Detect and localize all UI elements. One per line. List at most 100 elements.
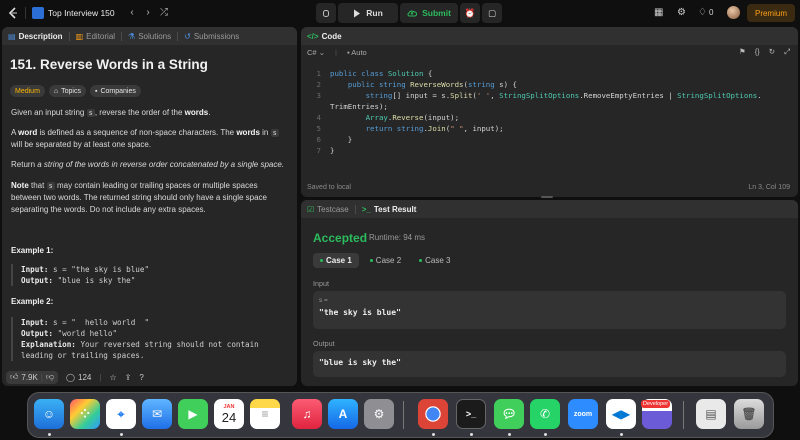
tab-editorial[interactable]: ▥ Editorial: [76, 32, 115, 41]
zoom-icon[interactable]: zoom: [568, 399, 598, 429]
text: will be separated by at least one space.: [11, 140, 152, 149]
thumbs-down-icon[interactable]: 👎︎: [46, 372, 54, 382]
example-2-title: Example 2:: [11, 297, 54, 306]
case-label: Case 1: [326, 256, 352, 265]
dock-divider: [683, 401, 684, 429]
star-icon[interactable]: ☆: [109, 373, 116, 382]
user-avatar[interactable]: [727, 6, 740, 19]
language-select[interactable]: C# ⌄: [307, 48, 325, 57]
streak-fire-icon[interactable]: ♢: [698, 7, 707, 18]
problem-list-title[interactable]: Top Interview 150: [48, 8, 115, 18]
whatsapp-icon[interactable]: ✆: [530, 399, 560, 429]
tab-description[interactable]: ▤ Description: [8, 32, 63, 41]
mode-value: Auto: [351, 47, 367, 57]
facetime-icon[interactable]: ▶: [178, 399, 208, 429]
run-label: Run: [366, 8, 383, 18]
system-settings-icon[interactable]: ⚙: [364, 399, 394, 429]
code-brackets-icon: </>: [307, 31, 319, 41]
notes-icon[interactable]: ≡: [250, 399, 280, 429]
submit-button[interactable]: Submit: [400, 3, 458, 23]
output-label: Output:: [21, 276, 54, 285]
description-paragraph-2: A word is defined as a sequence of non-s…: [11, 127, 293, 151]
running-indicator: [544, 433, 547, 436]
problem-list-icon[interactable]: [32, 7, 44, 19]
explanation-label: Explanation:: [21, 340, 76, 349]
help-icon[interactable]: ?: [139, 373, 143, 382]
safari-icon[interactable]: ⌖: [106, 399, 136, 429]
tab-code[interactable]: </> Code: [307, 32, 342, 41]
vscode-icon[interactable]: ◀▶: [606, 399, 636, 429]
case-2-tab[interactable]: Case 2: [363, 253, 408, 268]
reset-icon[interactable]: ↻: [769, 47, 775, 57]
debug-button[interactable]: [316, 3, 336, 23]
text: between two words. The returned string s…: [11, 193, 268, 202]
notes-button[interactable]: ▢: [482, 3, 502, 23]
text: .: [208, 108, 211, 117]
tab-testcase[interactable]: ☑ Testcase: [307, 205, 349, 214]
calendar-icon[interactable]: JAN 24: [214, 399, 244, 429]
output-section-label: Output: [313, 339, 335, 348]
topics-badge[interactable]: ⌂ Topics: [48, 85, 86, 97]
code-line: 6 }: [301, 134, 798, 145]
trash-icon[interactable]: 🗑︎: [734, 399, 764, 429]
case-1-tab[interactable]: Case 1: [313, 253, 359, 268]
share-icon[interactable]: ⇪: [125, 373, 132, 382]
launchpad-icon[interactable]: ⁘: [70, 399, 100, 429]
example-2-block: Input: s = " hello world " Output: "worl…: [11, 317, 293, 361]
case-tabs: Case 1 Case 2 Case 3: [313, 253, 458, 268]
line-number: 2: [316, 80, 321, 89]
divider: |: [334, 47, 337, 57]
tab-test-result[interactable]: >_ Test Result: [362, 205, 417, 214]
finder-icon[interactable]: ☺: [34, 399, 64, 429]
music-icon[interactable]: ♫: [292, 399, 322, 429]
layout-grid-icon[interactable]: ▦: [654, 7, 663, 18]
like-button[interactable]: 👍︎ 7.9K | 👎︎: [6, 370, 59, 384]
macos-dock: ☺ ⁘ ⌖ ✉ ▶ JAN 24 ≡ ♫ A ⚙ >_ 💬︎ ✆ zoom ◀▶…: [27, 392, 774, 438]
messages-icon[interactable]: 💬︎: [494, 399, 524, 429]
calendar-day: 24: [221, 409, 237, 425]
run-button[interactable]: Run: [338, 3, 398, 23]
bold-text: words: [184, 108, 209, 117]
chevron-right-icon[interactable]: ›: [142, 7, 154, 19]
input-box: s = "the sky is blue": [313, 291, 786, 329]
developer-icon[interactable]: Developer: [641, 399, 672, 429]
divider: |: [99, 372, 102, 382]
divider: [354, 204, 356, 214]
app-store-icon[interactable]: A: [328, 399, 358, 429]
comment-icon: ◯: [66, 372, 75, 382]
tab-solutions[interactable]: ⚗ Solutions: [128, 32, 171, 41]
fullscreen-icon[interactable]: ⤢: [784, 47, 790, 57]
panel-resize-handle[interactable]: [541, 196, 553, 198]
streak-count: 0: [709, 8, 714, 17]
case-3-tab[interactable]: Case 3: [412, 253, 457, 268]
document-icon[interactable]: ▤: [696, 399, 726, 429]
format-braces-icon[interactable]: {}: [755, 47, 760, 57]
autocomplete-toggle[interactable]: ▪ Auto: [347, 48, 367, 57]
bookmark-icon[interactable]: ⚑: [739, 47, 746, 57]
cloud-upload-icon: [407, 10, 418, 16]
bold-text: Note: [11, 181, 29, 190]
text: is defined as a sequence of non-space ch…: [37, 128, 237, 137]
alarm-button[interactable]: ⏰: [460, 3, 480, 23]
comments-button[interactable]: ◯ 124: [66, 373, 91, 382]
code-panel: </> Code C# ⌄ | ▪ Auto ⚑ {} ↻ ⤢ 1 public …: [301, 27, 798, 197]
chrome-icon[interactable]: [418, 399, 448, 429]
tab-code-label: Code: [321, 31, 342, 41]
mail-icon[interactable]: ✉: [142, 399, 172, 429]
premium-button[interactable]: Premium: [747, 4, 795, 22]
code-line: 4 Array. Reverse (input);: [301, 112, 798, 123]
terminal-icon[interactable]: >_: [456, 399, 486, 429]
shuffle-icon[interactable]: ⤮: [158, 7, 170, 19]
lock-icon: ▪: [346, 47, 350, 57]
code-editor[interactable]: 1 public class Solution { 2 public string…: [301, 68, 798, 156]
runtime-text: Runtime: 94 ms: [369, 233, 426, 242]
topics-label: Topics: [61, 87, 81, 95]
leetcode-logo-icon[interactable]: [6, 6, 20, 20]
chevron-left-icon[interactable]: ‹: [126, 7, 138, 19]
history-icon: ↺: [184, 31, 191, 41]
settings-gear-icon[interactable]: ⚙: [677, 7, 686, 18]
divider: [121, 31, 123, 41]
companies-badge[interactable]: ▪ Companies: [89, 85, 141, 97]
tab-submissions[interactable]: ↺ Submissions: [184, 32, 239, 41]
tab-submissions-label: Submissions: [193, 31, 240, 41]
